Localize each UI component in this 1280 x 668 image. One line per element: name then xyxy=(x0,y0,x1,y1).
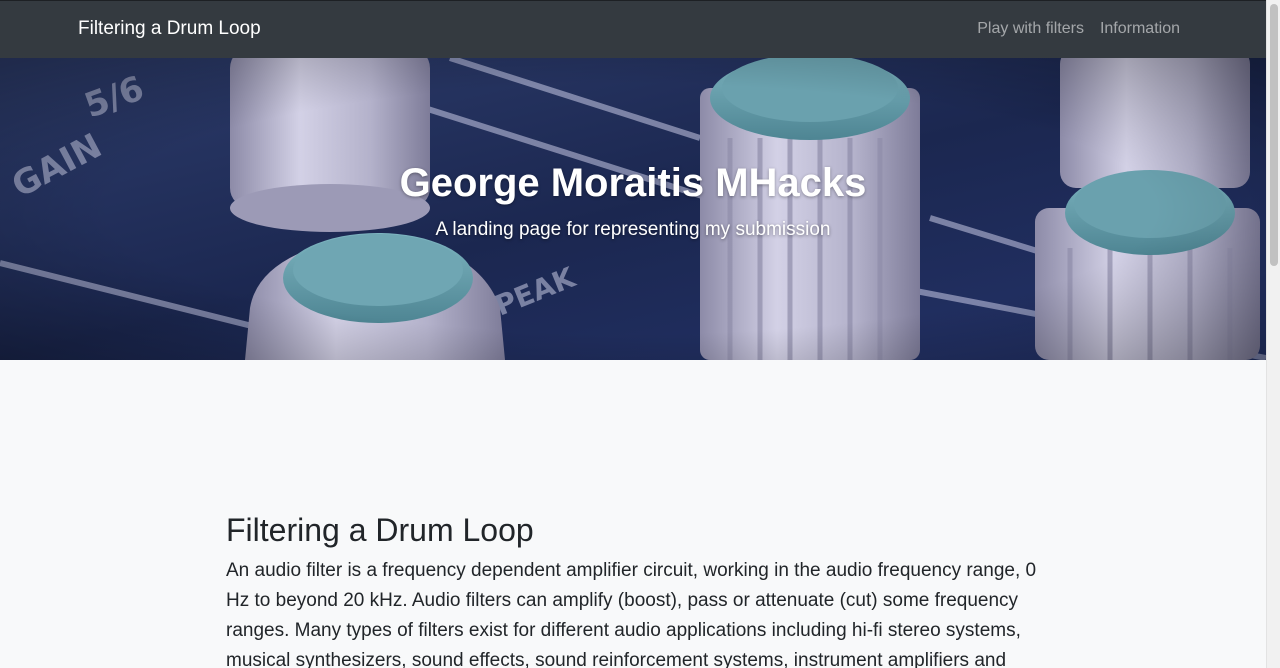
nav-link-play-with-filters[interactable]: Play with filters xyxy=(977,20,1084,38)
hero-title: George Moraitis MHacks xyxy=(399,161,867,205)
section-paragraph: An audio filter is a frequency dependent… xyxy=(226,560,1037,668)
page-scrollbar[interactable] xyxy=(1266,0,1280,668)
hero-banner: GAIN PEAK 5/6 xyxy=(0,58,1266,360)
hero-text: George Moraitis MHacks A landing page fo… xyxy=(0,158,1266,242)
section-title: Filtering a Drum Loop xyxy=(226,512,534,548)
navbar: Filtering a Drum Loop Play with filters … xyxy=(0,0,1266,58)
hero-subtitle: A landing page for representing my submi… xyxy=(435,219,831,240)
scrollbar-thumb[interactable] xyxy=(1270,4,1278,266)
navbar-brand[interactable]: Filtering a Drum Loop xyxy=(78,18,261,40)
main-content: Filtering a Drum Loop An audio filter is… xyxy=(226,508,1046,668)
nav-link-information[interactable]: Information xyxy=(1100,20,1180,38)
page: Filtering a Drum Loop Play with filters … xyxy=(0,0,1280,668)
nav-links: Play with filters Information xyxy=(977,20,1180,38)
